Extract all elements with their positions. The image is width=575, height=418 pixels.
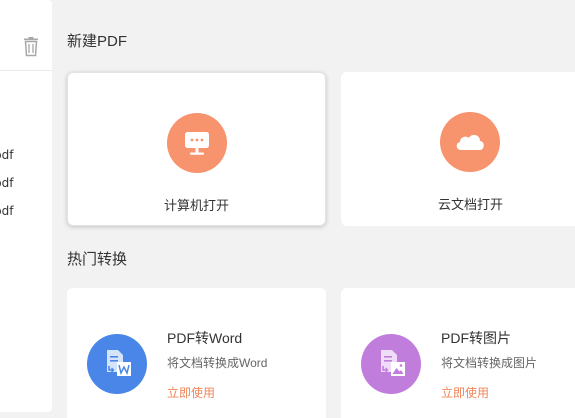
cloud-icon-circle: [440, 112, 500, 172]
hot-convert-section-title: 热门转换: [67, 251, 128, 268]
trash-icon[interactable]: [22, 37, 40, 57]
pdf-to-word-icon: [107, 350, 131, 376]
recent-files-header: [0, 0, 52, 71]
new-pdf-section-title: 新建PDF: [67, 33, 128, 50]
open-cloud-document-label: 云文档打开: [437, 197, 503, 212]
monitor-icon: [185, 132, 209, 155]
open-from-computer-label: 计算机打开: [163, 198, 229, 213]
pdf-to-image-use-now-link[interactable]: 立即使用: [441, 384, 489, 401]
pdf-to-image-card[interactable]: PDF转图片 将文档转换成图片 立即使用: [341, 288, 575, 418]
recent-file-item[interactable]: pdf: [0, 176, 52, 190]
pdf-to-word-card[interactable]: PDF转Word 将文档转换成Word 立即使用: [67, 288, 326, 418]
pdf-to-image-description: 将文档转换成图片: [441, 356, 538, 370]
pdf-to-word-description: 将文档转换成Word: [167, 356, 268, 370]
recent-file-item[interactable]: pdf: [0, 204, 52, 218]
app-page: pdf pdf pdf 新建PDF 计算机打开 云文档打开 热门转换: [0, 0, 575, 418]
recent-files-panel: pdf pdf pdf: [0, 0, 52, 412]
pdf-to-image-icon: [381, 350, 405, 376]
open-cloud-document-card[interactable]: 云文档打开: [341, 72, 575, 226]
pdf-to-word-icon-circle: [87, 334, 147, 394]
computer-icon-circle: [167, 113, 227, 173]
pdf-to-word-use-now-link[interactable]: 立即使用: [167, 384, 215, 401]
recent-file-item[interactable]: pdf: [0, 148, 52, 162]
pdf-to-word-title: PDF转Word: [167, 330, 243, 346]
pdf-to-image-icon-circle: [361, 334, 421, 394]
cloud-icon: [456, 134, 484, 150]
open-from-computer-card[interactable]: 计算机打开: [67, 72, 326, 226]
pdf-to-image-title: PDF转图片: [441, 330, 511, 346]
